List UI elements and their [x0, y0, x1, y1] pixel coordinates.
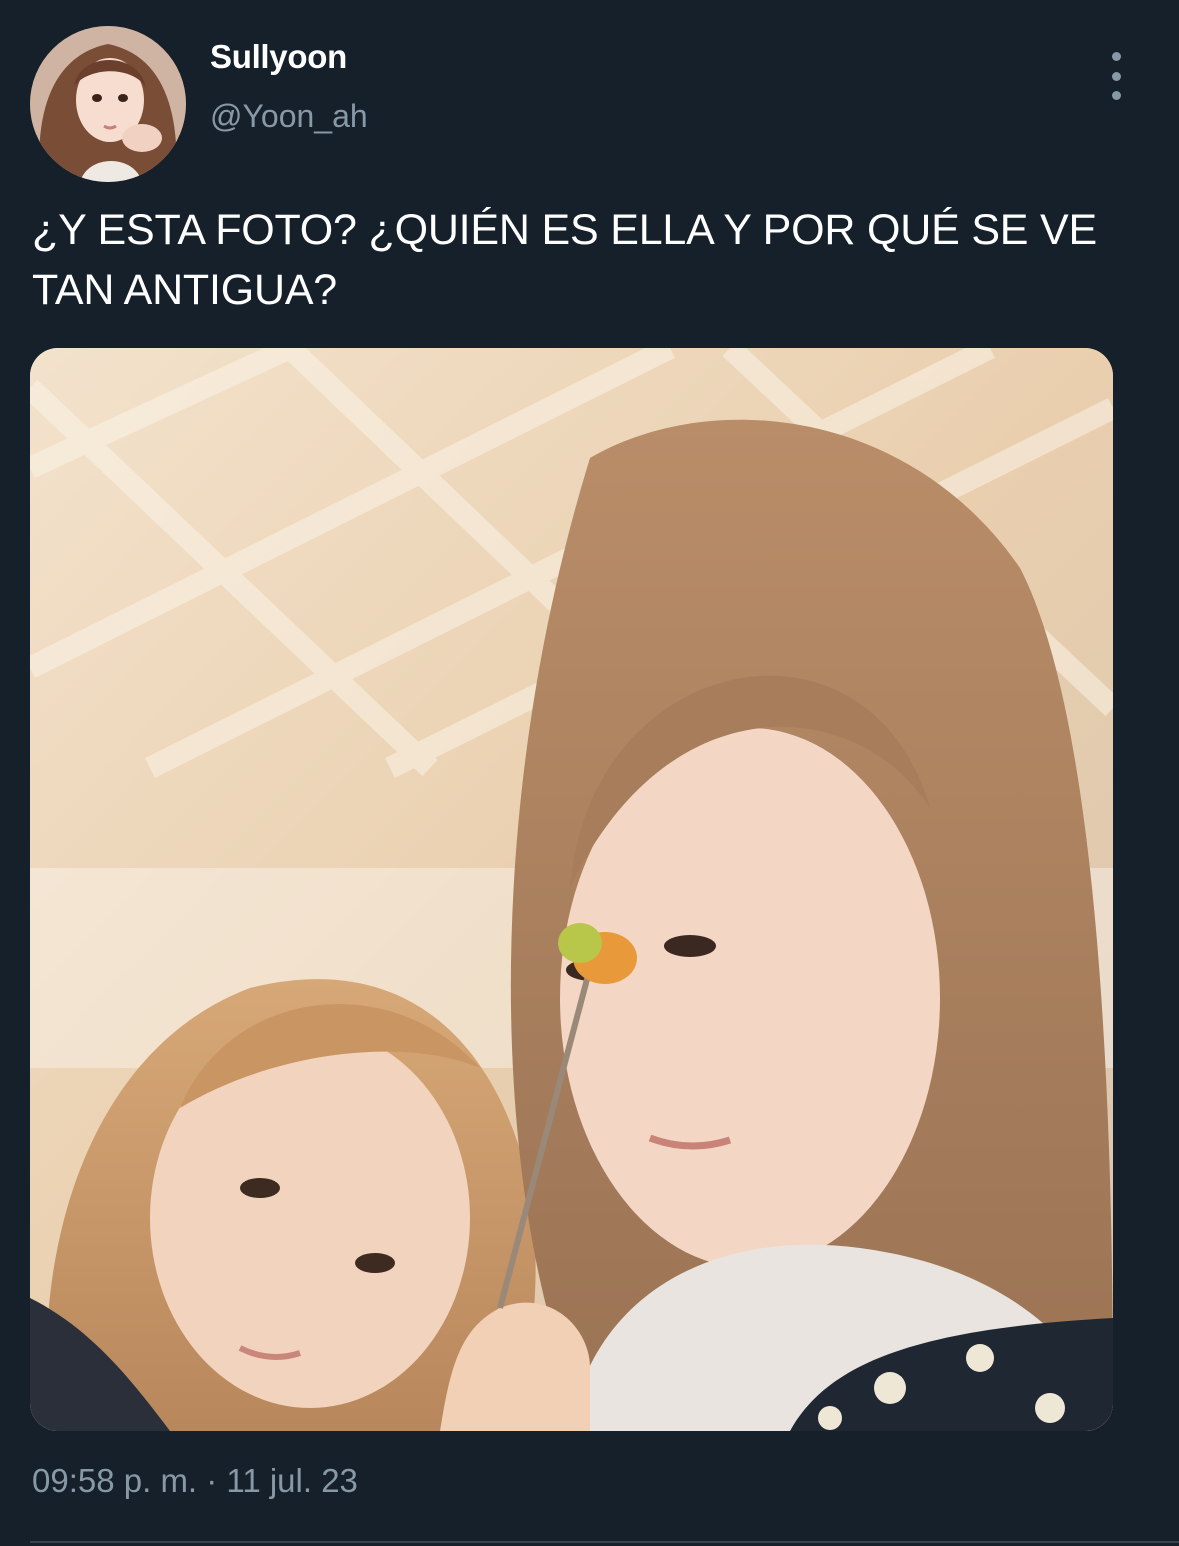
more-vertical-icon-dot — [1111, 71, 1121, 81]
photo-image — [30, 348, 1113, 1431]
tweet: Sullyoon @Yoon_ah ¿Y ESTA FOTO? ¿QUIÉN E… — [0, 0, 1179, 1546]
author-avatar[interactable] — [30, 26, 186, 182]
more-options-button[interactable] — [1096, 52, 1136, 100]
tweet-timestamp[interactable]: 09:58 p. m. · 11 jul. 23 — [32, 1462, 358, 1500]
more-vertical-icon-dot — [1111, 91, 1121, 100]
more-vertical-icon — [1111, 52, 1121, 61]
author-display-name[interactable]: Sullyoon — [210, 38, 347, 76]
author-handle[interactable]: @Yoon_ah — [210, 98, 368, 135]
tweet-photo[interactable] — [30, 348, 1113, 1431]
avatar-photo — [30, 26, 186, 182]
divider — [30, 1541, 1179, 1543]
tweet-text: ¿Y ESTA FOTO? ¿QUIÉN ES ELLA Y POR QUÉ S… — [32, 206, 1097, 314]
